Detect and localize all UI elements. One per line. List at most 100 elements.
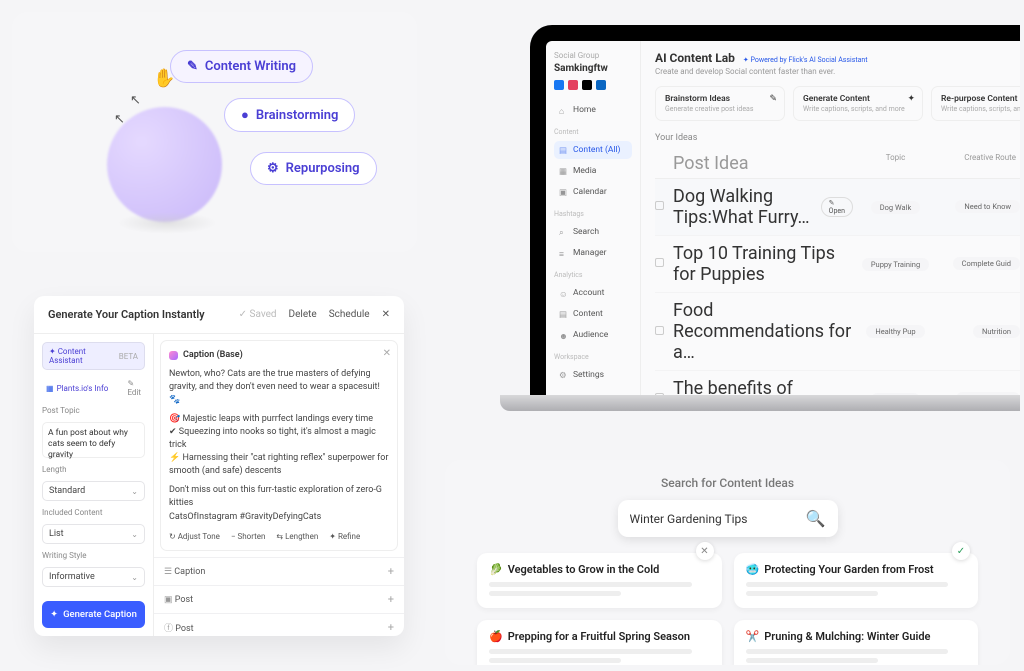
nav-manager[interactable]: ≡Manager: [554, 244, 632, 262]
delete-button[interactable]: Delete: [289, 309, 317, 320]
panel-title: Generate Your Caption Instantly: [48, 308, 205, 321]
app-main: AI Content Lab ✦ Powered by Flick's AI S…: [641, 41, 1020, 395]
social-icons: [554, 80, 632, 90]
lengthen-button[interactable]: ⇆ Lengthen: [276, 531, 318, 543]
sparkle-icon: ✦: [907, 94, 915, 104]
caption-sidebar: ✦ Content Assistant BETA ▦ Plants.io's I…: [34, 334, 154, 636]
idea-emoji-icon: ✂️: [746, 630, 760, 643]
adjust-tone-button[interactable]: ↻ Adjust Tone: [169, 531, 220, 543]
panel-header: Generate Your Caption Instantly ✓ Saved …: [34, 296, 404, 334]
idea-card[interactable]: 🍎Prepping for a Fruitful Spring Season: [477, 620, 722, 665]
pill-label: Content Writing: [205, 59, 296, 74]
tiktok-icon[interactable]: [582, 80, 592, 90]
instagram-icon[interactable]: [568, 80, 578, 90]
wand-icon: ✎: [187, 59, 198, 74]
suggestion-row[interactable]: ⓕ Post+: [154, 613, 404, 636]
close-icon[interactable]: ✕: [382, 309, 390, 320]
idea-card[interactable]: ✂️Pruning & Mulching: Winter Guide: [734, 620, 979, 665]
table-header: Post Idea Topic Creative Route: [655, 149, 1020, 179]
suggestion-row[interactable]: ☰ Caption+: [154, 557, 404, 585]
nav-media[interactable]: ▦Media: [554, 162, 632, 180]
dismiss-icon[interactable]: ✕: [696, 542, 714, 560]
suggestion-icon: ⓕ: [164, 624, 173, 634]
refine-button[interactable]: ✦ Refine: [329, 531, 360, 543]
row-checkbox[interactable]: [655, 258, 664, 267]
media-icon: ▦: [559, 167, 568, 176]
nav-calendar[interactable]: ▣Calendar: [554, 183, 632, 201]
idea-text: Dog Walking Tips:What Furry…: [673, 186, 815, 228]
ideas-header: Your Ideas: [655, 133, 1020, 143]
col-route: Creative Route: [938, 153, 1020, 174]
nav-section: Hashtags: [554, 210, 632, 218]
length-select[interactable]: Standard⌄: [42, 481, 145, 501]
plus-icon[interactable]: +: [388, 621, 394, 634]
nav-settings[interactable]: ⚙Settings: [554, 366, 632, 384]
linkedin-icon[interactable]: [596, 80, 606, 90]
nav-audience[interactable]: ☻Audience: [554, 326, 632, 344]
post-topic-label: Post Topic: [42, 406, 145, 415]
style-select[interactable]: Informative⌄: [42, 567, 145, 587]
style-label: Writing Style: [42, 551, 145, 560]
nav-home[interactable]: ⌂Home: [554, 101, 632, 119]
suggestion-row[interactable]: ▣ Post+: [154, 585, 404, 613]
nav-content-all[interactable]: ▤Content (All): [554, 141, 632, 159]
search-title: Search for Content Ideas: [477, 476, 978, 490]
nav-content[interactable]: ▤Content: [554, 305, 632, 323]
repurposing-pill[interactable]: ⚙ Repurposing: [250, 152, 377, 185]
col-post-idea: Post Idea: [673, 153, 853, 174]
caption-paragraph: Don't miss out on this furr-tastic explo…: [169, 484, 389, 523]
plus-icon[interactable]: +: [388, 565, 394, 578]
row-checkbox[interactable]: [655, 393, 664, 395]
included-select[interactable]: List⌄: [42, 524, 145, 544]
open-chip[interactable]: ✎ Open: [821, 197, 853, 217]
chevron-down-icon: ⌄: [131, 487, 138, 496]
idea-text: Top 10 Training Tips for Puppies: [673, 243, 853, 285]
accept-icon[interactable]: ✓: [952, 542, 970, 560]
close-caption-icon[interactable]: ✕: [383, 347, 391, 362]
brand-info-link[interactable]: ▦ Plants.io's Info ✎ Edit: [42, 377, 145, 399]
shorten-button[interactable]: − Shorten: [231, 531, 265, 543]
search-input[interactable]: [630, 512, 806, 526]
caption-paragraph: 🎯 Majestic leaps with purrfect landings …: [169, 413, 389, 478]
table-row[interactable]: Dog Walking Tips:What Furry…✎ OpenDog Wa…: [655, 179, 1020, 236]
caption-paragraph: Newton, who? Cats are the true masters o…: [169, 368, 389, 407]
search-ideas-card: Search for Content Ideas 🔍 ✕🥬Vegetables …: [445, 460, 1010, 665]
facebook-icon[interactable]: [554, 80, 564, 90]
nav-search[interactable]: ⌕Search: [554, 223, 632, 241]
idea-emoji-icon: 🥶: [746, 563, 760, 576]
suggestion-icon: ☰: [164, 567, 172, 577]
idea-card[interactable]: ✓🥶Protecting Your Garden from Frost: [734, 553, 979, 608]
nav-account[interactable]: ☺Account: [554, 284, 632, 302]
nav-section: Content: [554, 128, 632, 136]
generate-caption-button[interactable]: ✦Generate Caption: [42, 601, 145, 628]
assistant-badge: ✦ Content Assistant BETA: [42, 342, 145, 370]
page-title: AI Content Lab: [655, 51, 735, 65]
action-card[interactable]: Brainstorm IdeasGenerate creative post i…: [655, 86, 785, 121]
user-icon: ☺: [559, 289, 568, 298]
idea-card[interactable]: ✕🥬Vegetables to Grow in the Cold: [477, 553, 722, 608]
row-checkbox[interactable]: [655, 326, 664, 335]
search-icon[interactable]: 🔍: [806, 509, 826, 528]
brainstorm-bubbles-card: ✋ ↖ ↖ ✎ Content Writing ● Brainstorming …: [12, 12, 417, 252]
brainstorming-pill[interactable]: ● Brainstorming: [224, 98, 355, 132]
saved-status: ✓ Saved: [239, 309, 277, 320]
caption-generator-panel: Generate Your Caption Instantly ✓ Saved …: [34, 296, 404, 636]
bulb-icon: ●: [241, 107, 249, 123]
col-topic: Topic: [853, 153, 938, 174]
chevron-down-icon: ⌄: [131, 530, 138, 539]
action-card[interactable]: Re-purpose ContentWrite captions, script…: [931, 86, 1020, 121]
plus-icon[interactable]: +: [388, 593, 394, 606]
laptop-base: [500, 395, 1020, 411]
row-checkbox[interactable]: [655, 201, 664, 210]
table-row[interactable]: The benefits of walking off-lead…Dog Wal…: [655, 371, 1020, 395]
calendar-icon: ▣: [559, 188, 568, 197]
table-row[interactable]: Top 10 Training Tips for Puppies Puppy Tr…: [655, 236, 1020, 293]
action-card[interactable]: Generate ContentWrite captions, scripts,…: [793, 86, 923, 121]
schedule-button[interactable]: Schedule: [329, 309, 370, 320]
content-writing-pill[interactable]: ✎ Content Writing: [170, 50, 313, 83]
route-chip: Nutrition: [973, 325, 1020, 338]
post-topic-input[interactable]: A fun post about why cats seem to defy g…: [42, 422, 145, 458]
topic-chip: Puppy Training: [862, 258, 929, 271]
search-box[interactable]: 🔍: [618, 500, 838, 537]
table-row[interactable]: Food Recommendations for a…Healthy PupNu…: [655, 293, 1020, 371]
